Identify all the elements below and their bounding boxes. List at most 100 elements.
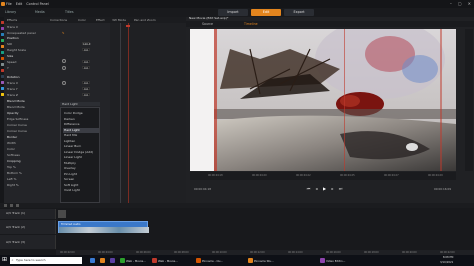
dropdown-item[interactable]: Difference	[63, 122, 99, 127]
ruler-label: 00:00:14:00	[288, 250, 303, 254]
dropdown-item[interactable]: Linear Burn	[63, 144, 99, 149]
dial-icon[interactable]	[62, 66, 66, 70]
menu-file[interactable]: File	[6, 2, 12, 6]
timecode: 00:00:04:27	[384, 174, 399, 177]
keyframe-playhead-handle[interactable]	[126, 25, 130, 27]
prop-label: Border	[7, 135, 18, 139]
tool-icon[interactable]	[4, 204, 7, 207]
prop-label: Size	[7, 54, 14, 58]
taskbar-search-input[interactable]: ⌕ Type here to search	[10, 257, 82, 264]
dropdown-item-selected[interactable]: Hard Light	[63, 127, 99, 133]
prop-label: Softness	[7, 153, 20, 157]
system-clock[interactable]: 8:08 PM 3/10/2021	[440, 256, 453, 265]
menu-edit[interactable]: Edit	[16, 2, 23, 6]
menu-control-panel[interactable]: Control Panel	[26, 2, 48, 6]
play-icon[interactable]: ▶	[322, 186, 327, 191]
windows-start-icon[interactable]: ⊞	[2, 257, 7, 263]
dropdown-item[interactable]: Lighten	[63, 139, 99, 144]
taskbar-app[interactable]: Web - Movie...	[152, 257, 178, 264]
export-tab[interactable]: Export	[284, 9, 314, 16]
tab-source[interactable]: Source	[202, 22, 213, 26]
timeline-toolbar	[0, 203, 474, 208]
close-icon[interactable]: ✕	[468, 1, 471, 6]
tab-effect[interactable]: Effect	[96, 18, 105, 22]
skip-forward-icon[interactable]: ⏭	[338, 186, 343, 191]
taskbar-app[interactable]: Pinnacle Stu...	[248, 257, 274, 264]
taskbar-app[interactable]: Video Editin...	[320, 257, 345, 264]
prop-value[interactable]: 0.0	[82, 66, 90, 70]
ruler-label: 00:00:10:00	[212, 250, 227, 254]
prop-label: Unrequested panel	[7, 31, 36, 35]
prop-value[interactable]: 0.0	[82, 87, 90, 91]
app-icon	[196, 258, 201, 263]
minimize-icon[interactable]: –	[450, 1, 452, 6]
dropdown-item[interactable]: Linear Light	[63, 155, 99, 160]
step-forward-icon[interactable]: ▸	[330, 186, 335, 191]
prop-label: Cropping	[7, 159, 21, 163]
dropdown-item[interactable]: Multiply	[63, 161, 99, 166]
dropdown-item[interactable]: Color Dodge	[63, 111, 99, 116]
title-bar: File Edit Control Panel – ▢ ✕	[0, 0, 474, 8]
taskbar-app[interactable]: Pinnacle - Ou...	[196, 257, 223, 264]
prop-value[interactable]: 0.0	[82, 60, 90, 64]
tool-icon[interactable]	[10, 204, 13, 207]
dropdown-item[interactable]: Soft Light	[63, 183, 99, 188]
keyframe-playhead[interactable]	[128, 23, 129, 203]
video-clip[interactable]: Trimmed Audio	[58, 221, 149, 233]
app-icon	[120, 258, 125, 263]
prop-label: Y	[7, 66, 9, 70]
video-preview[interactable]	[190, 29, 456, 171]
prop-value[interactable]: 0.0	[82, 48, 90, 52]
pen-icon[interactable]: ✎	[62, 31, 65, 35]
tab-media[interactable]: Media	[30, 9, 45, 16]
clip-thumbnails	[59, 227, 149, 233]
prop-label: Trans X	[7, 25, 18, 29]
time-total: 00:00:16:09	[434, 187, 452, 191]
dropdown-item[interactable]: Linear Dodge (Add)	[63, 150, 99, 155]
prop-label: Top %	[7, 165, 16, 169]
tab-titles[interactable]: Titles	[60, 9, 74, 16]
tab-corrections[interactable]: Corrections	[50, 18, 67, 22]
timecode-strip: 00:00:04:18 00:00:04:20 00:00:04:22 00:0…	[190, 172, 456, 180]
keyframe-header: 3W Mode Pan and Zoom	[110, 17, 186, 23]
search-placeholder: Type here to search	[16, 258, 46, 262]
prop-value[interactable]: 0.0	[82, 81, 90, 85]
skip-back-icon[interactable]: ⏮	[306, 186, 311, 191]
prop-value[interactable]: 0.0	[82, 93, 90, 97]
track-row: A/V Track (2) Trimmed Audio	[0, 220, 474, 234]
dropdown-item[interactable]: Darken	[63, 117, 99, 122]
dial-icon[interactable]	[62, 59, 66, 63]
import-tab[interactable]: Import	[218, 9, 248, 16]
taskbar-app[interactable]	[100, 257, 105, 264]
taskbar-app[interactable]: Web - Movie...	[120, 257, 146, 264]
dropdown-item[interactable]: Overlay	[63, 166, 99, 171]
step-back-icon[interactable]: ◂	[314, 186, 319, 191]
ruler-label: 00:00:06:00	[136, 250, 151, 254]
ruler-label: 00:00:22:00	[440, 250, 455, 254]
app-logo-icon	[1, 1, 5, 6]
dial-icon[interactable]	[62, 81, 66, 85]
dropdown-item[interactable]: Screen	[63, 177, 99, 182]
prop-value[interactable]: 100.0	[82, 42, 90, 46]
tool-icon[interactable]	[16, 204, 19, 207]
dropdown-item[interactable]: Hard Mix	[63, 133, 99, 138]
tab-library[interactable]: Library	[0, 9, 16, 16]
tab-effects[interactable]: Effects	[7, 18, 17, 22]
tab-color[interactable]: Color	[78, 18, 86, 22]
dropdown-item[interactable]: Vivid Light	[63, 188, 99, 193]
maximize-icon[interactable]: ▢	[458, 1, 462, 6]
taskbar-app-label: Web - Movie...	[126, 258, 146, 263]
ruler-label: 00:00:20:00	[402, 250, 417, 254]
edit-tab[interactable]: Edit	[251, 9, 281, 16]
player-side-scrollbar[interactable]	[465, 29, 473, 171]
tab-timeline[interactable]: Timeline	[244, 22, 258, 26]
app-icon	[320, 258, 325, 263]
taskbar-app[interactable]	[110, 257, 115, 264]
clip-thumbnail[interactable]	[58, 210, 66, 218]
taskbar-app[interactable]	[90, 257, 95, 264]
player-tabs: Source Timeline	[186, 21, 474, 27]
dropdown-item[interactable]: Pin Light	[63, 172, 99, 177]
player-title: New Movie (Edit Set.axp)*	[189, 16, 229, 20]
blend-mode-select[interactable]: Hard Light	[60, 102, 100, 106]
app-icon	[100, 258, 105, 263]
